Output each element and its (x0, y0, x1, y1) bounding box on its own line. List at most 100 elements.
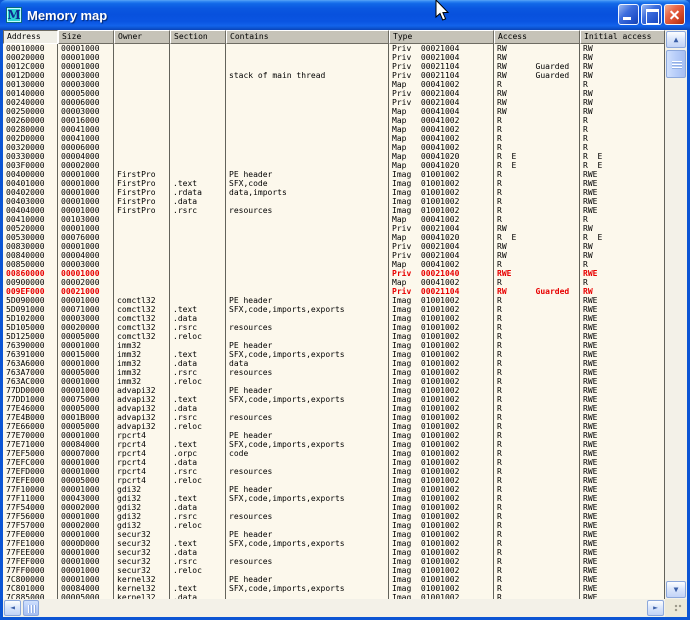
table-row[interactable]: 0090000000002000Map 00041002RR (3, 278, 665, 287)
table-row[interactable]: 0026000000016000Map 00041002RR (3, 116, 665, 125)
table-row[interactable]: 77EFC00000001000rpcrt4.dataImag 01001002… (3, 458, 665, 467)
table-row[interactable]: 77F5600000001000gdi32.rsrcresourcesImag … (3, 512, 665, 521)
cell-section (170, 44, 226, 53)
table-row[interactable]: 0024000000006000Priv 00021004RWRW (3, 98, 665, 107)
column-header-owner[interactable]: Owner (114, 30, 170, 44)
table-row[interactable]: 7639100000015000imm32.textSFX,code,impor… (3, 350, 665, 359)
table-row[interactable]: 77FE10000000D000secur32.textSFX,code,imp… (3, 539, 665, 548)
table-row[interactable]: 5D09100000071000comctl32.textSFX,code,im… (3, 305, 665, 314)
table-row[interactable]: 77E4600000005000advapi32.dataImag 010010… (3, 404, 665, 413)
table-row[interactable]: 77E4B0000001B000advapi32.rsrcresourcesIm… (3, 413, 665, 422)
scroll-left-button[interactable]: ◄ (4, 600, 21, 616)
column-header-address[interactable]: Address (3, 30, 58, 44)
title-bar[interactable]: M Memory map (0, 0, 690, 30)
table-row[interactable]: 0085000000003000Map 00041002RR (3, 260, 665, 269)
cell-initial: RWE (580, 458, 665, 467)
table-row[interactable]: 763AC00000001000imm32.relocImag 01001002… (3, 377, 665, 386)
cell-access: RW (494, 53, 580, 62)
table-row[interactable]: 77E6600000005000advapi32.relocImag 01001… (3, 422, 665, 431)
table-row[interactable]: 77FF000000001000secur32.relocImag 010010… (3, 566, 665, 575)
table-row[interactable]: 77FEF00000001000secur32.rsrcresourcesIma… (3, 557, 665, 566)
table-row[interactable]: 5D10200000003000comctl32.dataImag 010010… (3, 314, 665, 323)
scroll-down-button[interactable]: ▼ (666, 581, 686, 598)
table-row[interactable]: 0033000000004000Map 00041020R ER E (3, 152, 665, 161)
table-row[interactable]: 77E7000000001000rpcrt4PE headerImag 0100… (3, 431, 665, 440)
resize-grip[interactable] (665, 599, 687, 617)
table-row[interactable]: 0032000000006000Map 00041002RR (3, 143, 665, 152)
table-row[interactable]: 77F5400000002000gdi32.dataImag 01001002R… (3, 503, 665, 512)
table-row[interactable]: 0086000000001000Priv 00021040RWERWE (3, 269, 665, 278)
table-row[interactable]: 0084000000004000Priv 00021004RWRW (3, 251, 665, 260)
table-row[interactable]: 77E7100000084000rpcrt4.textSFX,code,impo… (3, 440, 665, 449)
table-row[interactable]: 0040100000001000FirstPro.textSFX,codeIma… (3, 179, 665, 188)
table-row[interactable]: 0002000000001000Priv 00021004RWRW (3, 53, 665, 62)
table-row[interactable]: 009EF00000021000Priv 00021104RW GuardedR… (3, 287, 665, 296)
table-row[interactable]: 0012D00000003000stack of main threadPriv… (3, 71, 665, 80)
close-button[interactable] (664, 4, 685, 25)
table-row[interactable]: 77FEE00000001000secur32.dataImag 0100100… (3, 548, 665, 557)
table-row[interactable]: 0012C00000001000Priv 00021104RW GuardedR… (3, 62, 665, 71)
scroll-up-button[interactable]: ▲ (666, 31, 686, 48)
cell-type: Map 00041002 (389, 116, 494, 125)
table-row[interactable]: 77EFE00000005000rpcrt4.relocImag 0100100… (3, 476, 665, 485)
cell-address: 0012C000 (3, 62, 58, 71)
table-row[interactable]: 0025000000003000Map 00041004RWRW (3, 107, 665, 116)
table-row[interactable]: 0041000000103000Map 00041002RR (3, 215, 665, 224)
cell-section: .data (170, 314, 226, 323)
cell-type: Imag 01001002 (389, 305, 494, 314)
table-row[interactable]: 0083000000001000Priv 00021004RWRW (3, 242, 665, 251)
table-row[interactable]: 77FE000000001000secur32PE headerImag 010… (3, 530, 665, 539)
cell-section (170, 224, 226, 233)
table-row[interactable]: 5D10500000020000comctl32.rsrcresourcesIm… (3, 323, 665, 332)
horizontal-scrollbar[interactable]: ◄ ► (3, 599, 665, 617)
cell-address: 77F56000 (3, 512, 58, 521)
cell-section: .text (170, 539, 226, 548)
maximize-button[interactable] (641, 4, 662, 25)
column-header-type[interactable]: Type (389, 30, 494, 44)
cell-section: .text (170, 440, 226, 449)
table-row[interactable]: 002D000000041000Map 00041002RR (3, 134, 665, 143)
table-row[interactable]: 77F5700000002000gdi32.relocImag 01001002… (3, 521, 665, 530)
minimize-button[interactable] (618, 4, 639, 25)
column-header-section[interactable]: Section (170, 30, 226, 44)
table-row[interactable]: 0028000000041000Map 00041002RR (3, 125, 665, 134)
table-row[interactable]: 77EFD00000001000rpcrt4.rsrcresourcesImag… (3, 467, 665, 476)
column-header-access[interactable]: Access (494, 30, 580, 44)
table-row[interactable]: 0001000000001000Priv 00021004RWRW (3, 44, 665, 53)
scroll-right-button[interactable]: ► (647, 600, 664, 616)
cell-contains (226, 332, 389, 341)
column-header-contains[interactable]: Contains (226, 30, 389, 44)
table-row[interactable]: 763A700000005000imm32.rsrcresourcesImag … (3, 368, 665, 377)
table-row[interactable]: 763A600000001000imm32.datadataImag 01001… (3, 359, 665, 368)
table-row[interactable]: 7639000000001000imm32PE headerImag 01001… (3, 341, 665, 350)
cell-type: Map 00041002 (389, 143, 494, 152)
cell-address: 00140000 (3, 89, 58, 98)
table-row[interactable]: 0014000000005000Priv 00021004RWRW (3, 89, 665, 98)
table-row[interactable]: 0052000000001000Priv 00021004RWRW (3, 224, 665, 233)
table-row[interactable]: 0040300000001000FirstPro.dataImag 010010… (3, 197, 665, 206)
cell-contains: SFX,code,imports,exports (226, 440, 389, 449)
table-row[interactable]: 7C80000000001000kernel32PE headerImag 01… (3, 575, 665, 584)
table-row[interactable]: 77F1000000001000gdi32PE headerImag 01001… (3, 485, 665, 494)
cell-access: R (494, 341, 580, 350)
cell-type: Map 00041002 (389, 134, 494, 143)
cell-type: Imag 01001002 (389, 431, 494, 440)
table-row[interactable]: 0013000000003000Map 00041002RR (3, 80, 665, 89)
vertical-scrollbar[interactable]: ▲ ▼ (665, 30, 687, 599)
table-row[interactable]: 77DD000000001000advapi32PE headerImag 01… (3, 386, 665, 395)
table-row[interactable]: 5D09000000001000comctl32PE headerImag 01… (3, 296, 665, 305)
column-header-initial[interactable]: Initial access (580, 30, 665, 44)
table-row[interactable]: 77EF500000007000rpcrt4.orpccodeImag 0100… (3, 449, 665, 458)
table-row[interactable]: 77DD100000075000advapi32.textSFX,code,im… (3, 395, 665, 404)
table-row[interactable]: 7C80100000084000kernel32.textSFX,code,im… (3, 584, 665, 593)
column-header-size[interactable]: Size (58, 30, 114, 44)
horizontal-scroll-thumb[interactable] (23, 600, 39, 616)
table-row[interactable]: 77F1100000043000gdi32.textSFX,code,impor… (3, 494, 665, 503)
table-row[interactable]: 003F000000002000Map 00041020R ER E (3, 161, 665, 170)
table-row[interactable]: 0040000000001000FirstProPE headerImag 01… (3, 170, 665, 179)
vertical-scroll-thumb[interactable] (666, 50, 686, 78)
table-row[interactable]: 0040200000001000FirstPro.rdatadata,impor… (3, 188, 665, 197)
table-row[interactable]: 0053000000076000Map 00041020R ER E (3, 233, 665, 242)
table-row[interactable]: 0040400000001000FirstPro.rsrcresourcesIm… (3, 206, 665, 215)
table-row[interactable]: 5D12500000005000comctl32.relocImag 01001… (3, 332, 665, 341)
